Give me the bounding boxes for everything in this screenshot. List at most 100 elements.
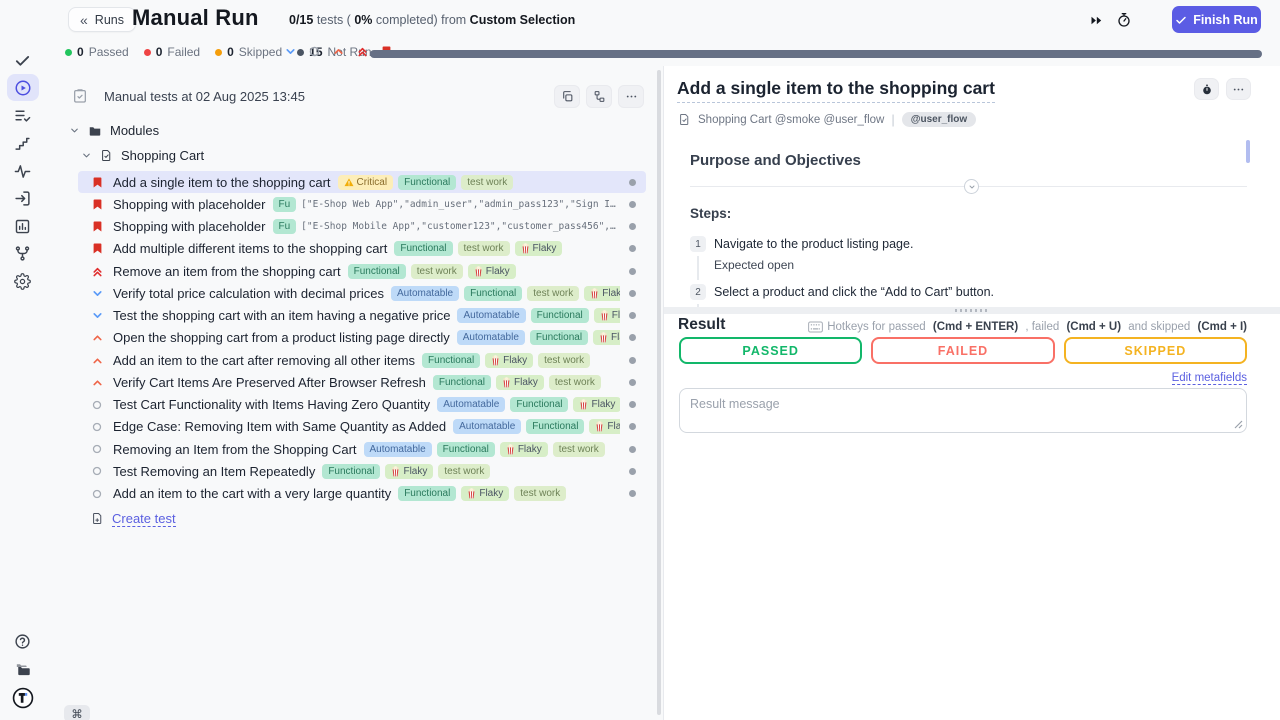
tag-functional[interactable]: Functional — [398, 175, 456, 190]
tag-automatable[interactable]: Automatable — [457, 308, 525, 323]
tag-testwork[interactable]: test work — [553, 442, 605, 457]
test-row[interactable]: Verify Cart Items Are Preserved After Br… — [78, 371, 646, 393]
nav-import-icon[interactable] — [7, 185, 39, 212]
copy-run-button[interactable] — [554, 85, 580, 108]
tag-functional[interactable]: Functional — [433, 375, 491, 390]
tag-automatable[interactable]: Automatable — [364, 442, 432, 457]
skip-forward-icon[interactable] — [1085, 10, 1107, 30]
tag-flaky[interactable]: Flaky — [515, 241, 563, 256]
test-row[interactable]: Add an item to the cart with a very larg… — [78, 483, 646, 505]
tag-functional[interactable]: Functional — [530, 330, 588, 345]
tag-functional[interactable]: Functional — [437, 442, 495, 457]
tag-flaky[interactable]: Flaky — [593, 330, 620, 345]
result-failed-button[interactable]: FAILED — [871, 337, 1054, 364]
test-row[interactable]: Test Cart Functionality with Items Havin… — [78, 394, 646, 416]
test-row[interactable]: Removing an Item from the Shopping CartA… — [78, 438, 646, 460]
tag-flaky[interactable]: Flaky — [584, 286, 620, 301]
test-detail-title[interactable]: Add a single item to the shopping cart — [677, 78, 995, 103]
tag-functional[interactable]: Functional — [464, 286, 522, 301]
test-status-dot[interactable] — [629, 423, 636, 430]
tag-functional[interactable]: Functional — [531, 308, 589, 323]
tag-flaky[interactable]: Flaky — [485, 353, 533, 368]
tag-flaky[interactable]: Flaky — [573, 397, 620, 412]
nav-pulse-icon[interactable] — [7, 158, 39, 185]
priority-filter-normal-icon[interactable] — [307, 44, 322, 59]
test-status-dot[interactable] — [629, 290, 636, 297]
user-flow-tag[interactable]: @user_flow — [902, 112, 976, 127]
tag-testwork[interactable]: test work — [461, 175, 513, 190]
tag-functional[interactable]: Functional — [398, 486, 456, 501]
tag-functional[interactable]: Functional — [394, 241, 452, 256]
tag-automatable[interactable]: Automatable — [453, 419, 521, 434]
test-status-dot[interactable] — [629, 312, 636, 319]
brand-logo[interactable] — [7, 684, 39, 711]
tag-automatable[interactable]: Automatable — [391, 286, 459, 301]
tag-automatable[interactable]: Automatable — [457, 330, 525, 345]
test-status-dot[interactable] — [629, 357, 636, 364]
tag-testwork[interactable]: test work — [538, 353, 590, 368]
nav-tests-check-icon[interactable] — [7, 47, 39, 74]
result-message-input[interactable] — [679, 388, 1247, 433]
tag-flaky[interactable]: Flaky — [500, 442, 548, 457]
collapse-toggle[interactable] — [964, 179, 979, 194]
priority-filter-low-icon[interactable] — [283, 44, 298, 59]
left-panel-scrollbar[interactable] — [657, 70, 661, 715]
command-shortcut-button[interactable]: ⌘ — [64, 705, 90, 720]
tag-testwork[interactable]: test work — [549, 375, 601, 390]
tree-node-shopping-cart[interactable]: Shopping Cart — [81, 143, 658, 168]
test-status-dot[interactable] — [629, 334, 636, 341]
tag-critical[interactable]: Critical — [338, 175, 394, 190]
test-row[interactable]: Open the shopping cart from a product li… — [78, 327, 646, 349]
test-description-area[interactable]: Purpose and Objectives Steps: 1Navigate … — [664, 130, 1280, 307]
test-row[interactable]: Test Removing an Item RepeatedlyFunction… — [78, 460, 646, 482]
breadcrumb-text[interactable]: Shopping Cart @smoke @user_flow — [698, 114, 884, 126]
stopwatch-button[interactable] — [1194, 78, 1219, 100]
description-scrollbar[interactable] — [1246, 140, 1250, 163]
tag-param[interactable]: Fu — [273, 197, 297, 212]
tag-functional[interactable]: Functional — [510, 397, 568, 412]
test-row[interactable]: Shopping with placeholderFu["E-Shop Mobi… — [78, 216, 646, 238]
result-passed-button[interactable]: PASSED — [679, 337, 862, 364]
tag-testwork[interactable]: test work — [514, 486, 566, 501]
test-row[interactable]: Add a single item to the shopping cartCr… — [78, 171, 646, 193]
tag-param[interactable]: Fu — [273, 219, 297, 234]
nav-stairs-icon[interactable] — [7, 130, 39, 157]
tag-testwork[interactable]: test work — [411, 264, 463, 279]
tag-flaky[interactable]: Flaky — [468, 264, 516, 279]
test-status-dot[interactable] — [629, 401, 636, 408]
test-row[interactable]: Remove an item from the shopping cartFun… — [78, 260, 646, 282]
test-status-dot[interactable] — [629, 379, 636, 386]
test-status-dot[interactable] — [629, 223, 636, 230]
result-skipped-button[interactable]: SKIPPED — [1064, 337, 1247, 364]
finish-run-button[interactable]: Finish Run — [1172, 6, 1261, 33]
test-row[interactable]: Add multiple different items to the shop… — [78, 238, 646, 260]
panel-resize-handle[interactable] — [664, 307, 1280, 314]
nav-branch-icon[interactable] — [7, 240, 39, 267]
edit-metafields-link[interactable]: Edit metafields — [1172, 372, 1247, 385]
tag-flaky[interactable]: Flaky — [461, 486, 509, 501]
test-row[interactable]: Edge Case: Removing Item with Same Quant… — [78, 416, 646, 438]
tree-view-button[interactable] — [586, 85, 612, 108]
tag-flaky[interactable]: Flaky — [385, 464, 433, 479]
tree-node-modules[interactable]: Modules — [69, 118, 658, 143]
run-progress-bar[interactable] — [370, 50, 1262, 58]
tag-functional[interactable]: Functional — [322, 464, 380, 479]
create-test-link[interactable]: Create test — [91, 511, 658, 527]
tag-flaky[interactable]: Flaky — [589, 419, 620, 434]
test-status-dot[interactable] — [629, 468, 636, 475]
test-status-dot[interactable] — [629, 268, 636, 275]
tag-functional[interactable]: Functional — [422, 353, 480, 368]
test-status-dot[interactable] — [629, 245, 636, 252]
test-status-dot[interactable] — [629, 201, 636, 208]
test-row[interactable]: Shopping with placeholderFu["E-Shop Web … — [78, 193, 646, 215]
tag-automatable[interactable]: Automatable — [437, 397, 505, 412]
timer-icon[interactable] — [1113, 10, 1135, 30]
test-status-dot[interactable] — [629, 490, 636, 497]
tag-testwork[interactable]: test work — [438, 464, 490, 479]
tag-testwork[interactable]: test work — [458, 241, 510, 256]
tag-functional[interactable]: Functional — [348, 264, 406, 279]
tag-flaky[interactable]: Flaky — [594, 308, 620, 323]
test-status-dot[interactable] — [629, 446, 636, 453]
back-to-runs-button[interactable]: « Runs — [68, 7, 136, 32]
tag-testwork[interactable]: test work — [527, 286, 579, 301]
